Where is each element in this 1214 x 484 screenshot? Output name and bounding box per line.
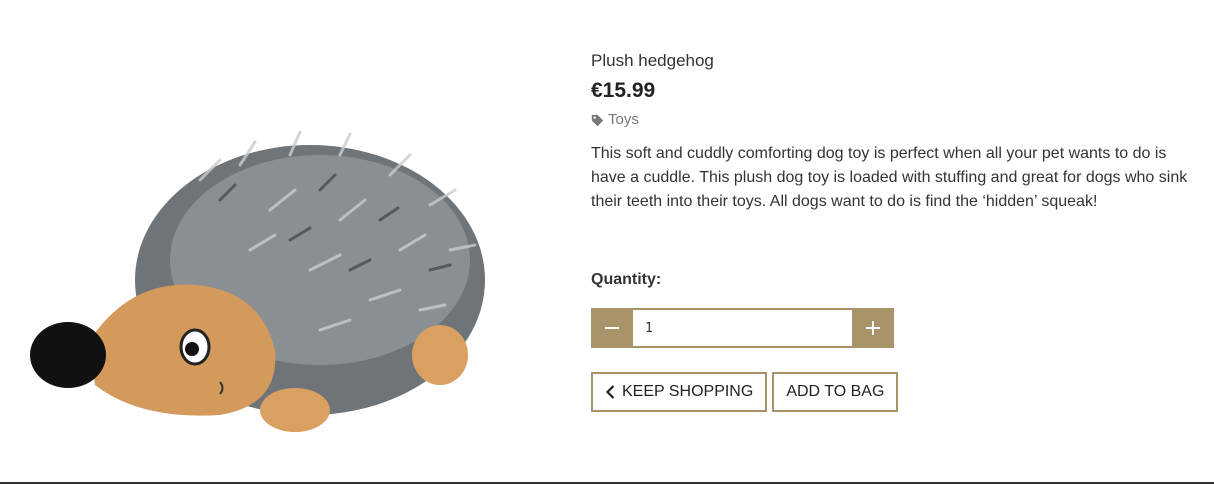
product-detail-page: Plush hedgehog €15.99 Toys This soft and… [0, 0, 1214, 484]
quantity-label: Quantity: [591, 271, 662, 288]
keep-shopping-label: KEEP SHOPPING [622, 383, 754, 400]
product-price: €15.99 [591, 79, 656, 102]
product-name: Plush hedgehog [591, 51, 714, 70]
product-details: Plush hedgehog €15.99 Toys This soft and… [591, 50, 1201, 412]
increment-button[interactable] [852, 308, 894, 348]
tag-icon [591, 114, 604, 126]
add-to-bag-label: ADD TO BAG [786, 383, 885, 400]
quantity-stepper [591, 308, 894, 348]
product-category[interactable]: Toys [591, 110, 1201, 130]
category-label[interactable]: Toys [608, 110, 639, 130]
quantity-input[interactable] [633, 308, 852, 348]
plus-icon [866, 321, 880, 335]
add-to-bag-button[interactable]: ADD TO BAG [772, 372, 899, 412]
keep-shopping-button[interactable]: KEEP SHOPPING [591, 372, 768, 412]
hedgehog-illustration [30, 130, 485, 432]
product-image [20, 120, 490, 440]
product-description: This soft and cuddly comforting dog toy … [591, 145, 1188, 210]
minus-icon [605, 327, 619, 329]
product-actions: KEEP SHOPPING ADD TO BAG [591, 372, 1201, 412]
chevron-left-icon [605, 385, 615, 399]
decrement-button[interactable] [591, 308, 633, 348]
